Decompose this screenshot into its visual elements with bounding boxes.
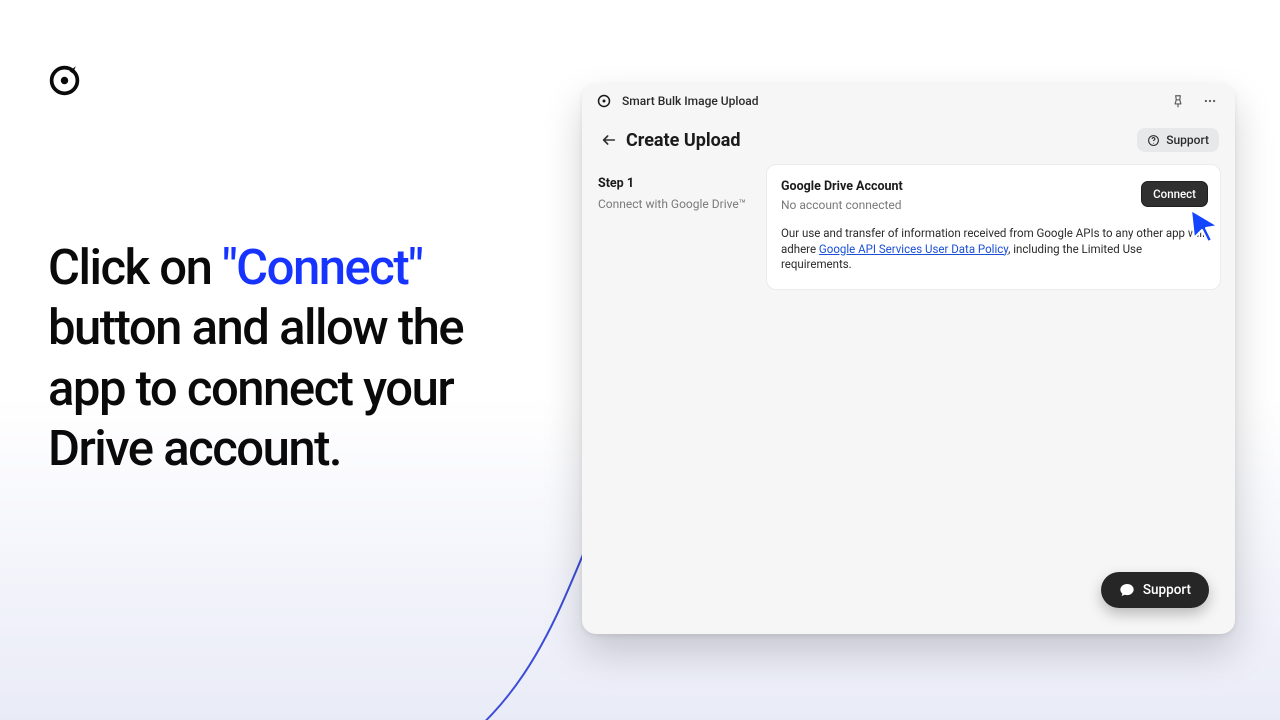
instruction-post: button and allow the app to connect your…: [48, 299, 463, 477]
question-icon: [1147, 134, 1160, 147]
instruction-text: Click on "Connect" button and allow the …: [48, 238, 518, 479]
app-titlebar: Smart Bulk Image Upload: [582, 84, 1235, 118]
app-window: Smart Bulk Image Upload Create Upload Su…: [582, 84, 1235, 634]
pin-icon[interactable]: [1167, 90, 1189, 112]
support-button[interactable]: Support: [1137, 128, 1219, 152]
more-icon[interactable]: [1199, 90, 1221, 112]
step-column: Step 1 Connect with Google Drive™: [596, 164, 766, 290]
drive-account-card: Google Drive Account No account connecte…: [766, 164, 1221, 290]
step-title: Step 1: [598, 176, 766, 191]
policy-link[interactable]: Google API Services User Data Policy: [819, 242, 1008, 256]
support-button-label: Support: [1166, 133, 1209, 147]
instruction-highlight: "Connect": [222, 239, 422, 296]
connect-button[interactable]: Connect: [1141, 181, 1208, 207]
brand-logo: [48, 64, 81, 97]
app-logo-icon: [596, 93, 612, 109]
instruction-pre: Click on: [48, 239, 222, 296]
app-body: Step 1 Connect with Google Drive™ Google…: [582, 164, 1235, 290]
back-button[interactable]: [598, 129, 620, 151]
chat-icon: [1119, 582, 1135, 598]
card-description: Our use and transfer of information rece…: [781, 226, 1206, 273]
support-fab-label: Support: [1143, 582, 1191, 598]
app-title: Smart Bulk Image Upload: [622, 94, 758, 108]
page-title: Create Upload: [626, 130, 741, 151]
step-subtitle: Connect with Google Drive™: [598, 197, 766, 211]
app-header: Create Upload Support: [582, 118, 1235, 164]
support-fab[interactable]: Support: [1101, 572, 1209, 608]
